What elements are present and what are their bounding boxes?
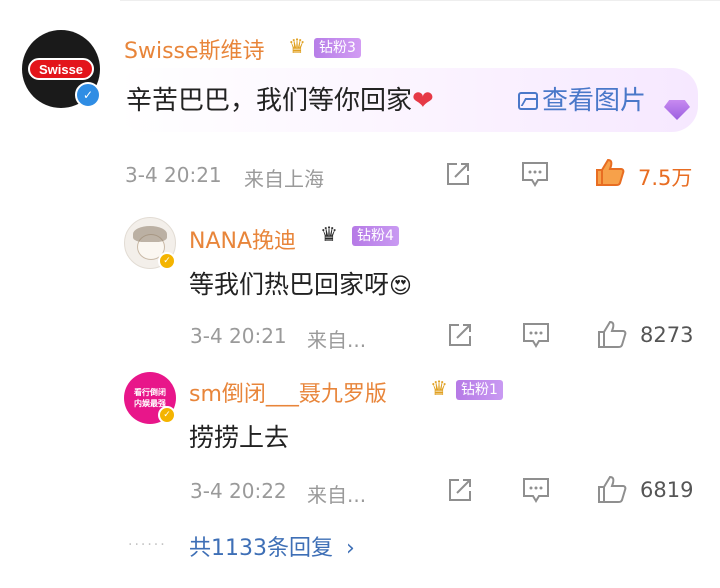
dots-separator: ······ xyxy=(128,537,167,553)
share-icon[interactable] xyxy=(446,321,474,349)
reply-icon[interactable] xyxy=(521,476,551,504)
fan-badge[interactable]: 钻粉4 xyxy=(352,226,399,246)
fan-badge[interactable]: 钻粉1 xyxy=(456,380,503,400)
comment-text: 辛苦巴巴，我们等你回家❤ xyxy=(126,80,434,117)
fan-badge[interactable]: 钻粉3 xyxy=(314,38,361,58)
avatar-logo-text: Swisse xyxy=(38,61,84,77)
image-icon xyxy=(518,92,538,110)
like-count: 7.5万 xyxy=(638,166,693,190)
view-image-link[interactable]: 查看图片 xyxy=(518,80,646,117)
comment-location: 来自上海 xyxy=(244,167,324,191)
reply-username[interactable]: NANA挽迪 xyxy=(189,223,296,255)
crown-icon: ♛ xyxy=(320,222,338,246)
share-icon[interactable] xyxy=(444,160,472,188)
avatar-logo-badge: Swisse xyxy=(28,58,94,80)
verified-icon: ✓ xyxy=(75,82,101,108)
comment-time: 3-4 20:21 xyxy=(125,163,222,187)
like-count: 6819 xyxy=(640,478,694,502)
heart-icon: ❤ xyxy=(412,86,434,116)
view-image-label: 查看图片 xyxy=(542,86,647,116)
reply-text: 捞捞上去 xyxy=(189,423,290,452)
reply-icon[interactable] xyxy=(520,160,550,188)
like-count: 8273 xyxy=(640,323,694,347)
crown-icon: ♛ xyxy=(430,376,448,400)
verified-icon: ✓ xyxy=(158,252,176,270)
crown-icon: ♛ xyxy=(288,34,306,58)
reply-time: 3-4 20:21 xyxy=(190,324,287,348)
like-icon[interactable] xyxy=(594,156,626,188)
like-icon[interactable] xyxy=(596,473,628,505)
more-replies-link[interactable]: 共1133条回复 › xyxy=(189,530,355,562)
reply-username[interactable]: sm倒闭___聂九罗版 xyxy=(189,376,387,408)
avatar-hair xyxy=(133,226,167,242)
smiling-face-icon: 😍 xyxy=(389,274,412,299)
username[interactable]: Swisse斯维诗 xyxy=(124,33,265,65)
reply-text-body: 等我们热巴回家呀 xyxy=(189,270,390,299)
top-divider xyxy=(120,0,720,1)
like-icon[interactable] xyxy=(596,318,628,350)
verified-icon: ✓ xyxy=(158,406,176,424)
reply-location: 来自... xyxy=(307,483,367,507)
reply-location: 来自... xyxy=(307,328,367,352)
reply-time: 3-4 20:22 xyxy=(190,479,287,503)
share-icon[interactable] xyxy=(446,476,474,504)
reply-text: 等我们热巴回家呀😍 xyxy=(189,265,412,301)
chevron-right-icon: › xyxy=(346,536,355,561)
more-replies-label: 共1133条回复 xyxy=(189,536,333,561)
comment-text-body: 辛苦巴巴，我们等你回家 xyxy=(126,86,413,116)
reply-icon[interactable] xyxy=(521,321,551,349)
